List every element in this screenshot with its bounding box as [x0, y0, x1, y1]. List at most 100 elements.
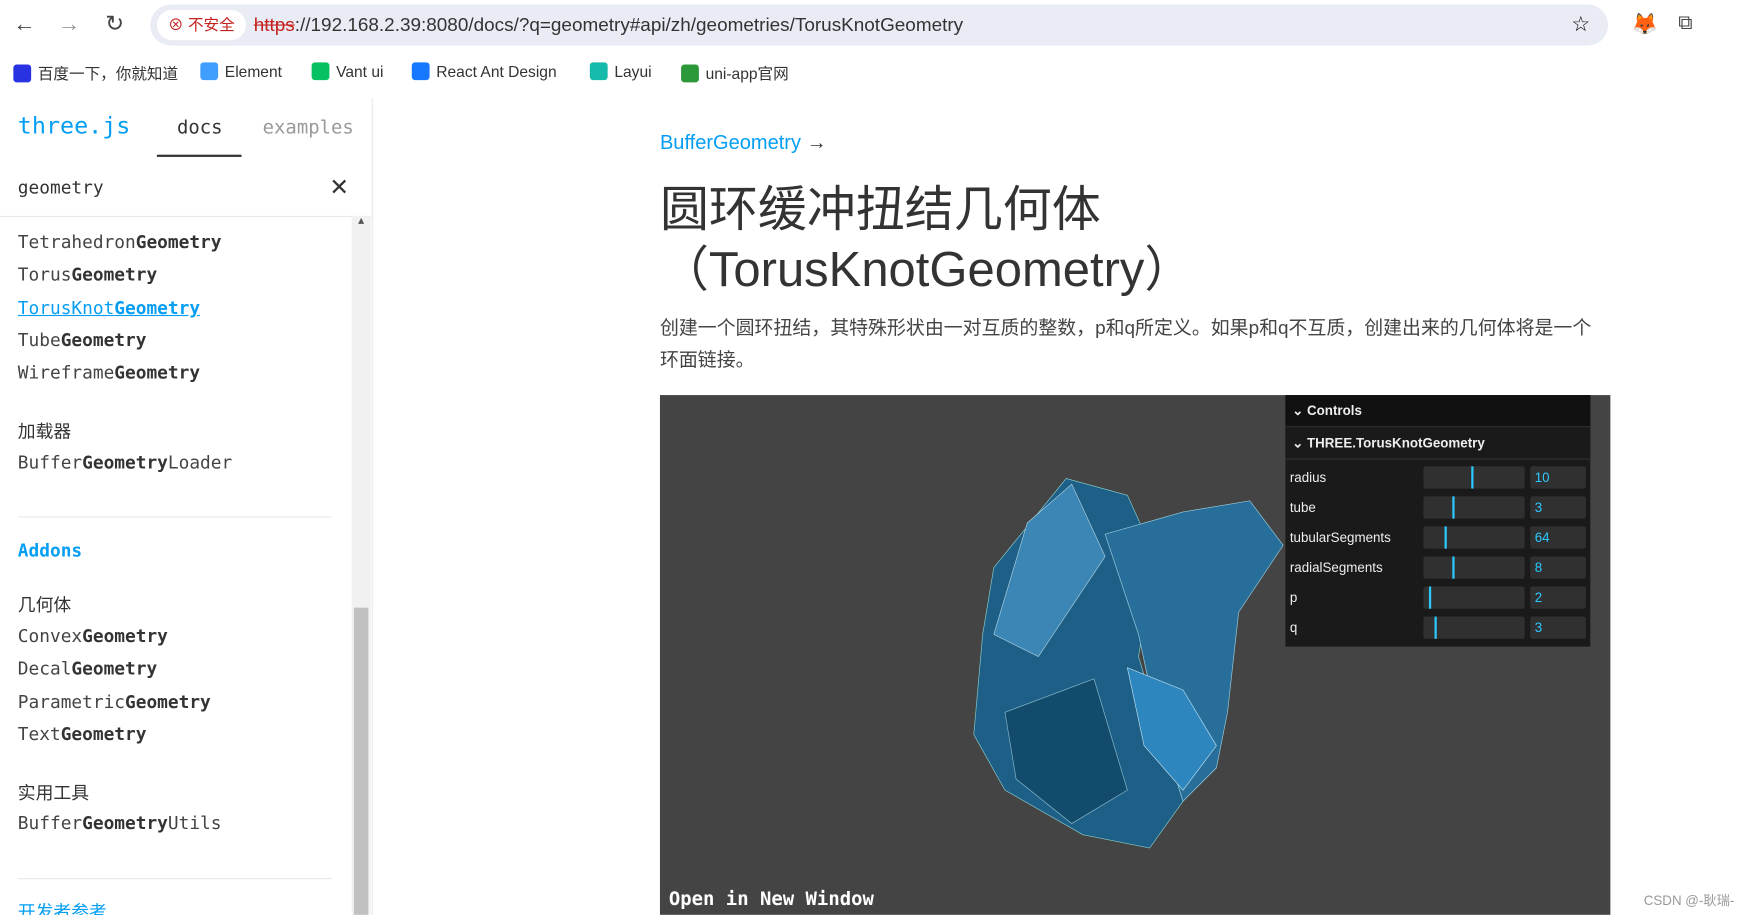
param-slider[interactable] [1423, 556, 1525, 579]
metamask-icon[interactable]: 🦊 [1632, 11, 1658, 38]
param-label: tube [1289, 499, 1316, 515]
bookmark[interactable]: React Ant Design [411, 62, 557, 81]
bookmark-label: Vant ui [336, 62, 384, 81]
scroll-up-icon[interactable]: ▲ [352, 216, 371, 227]
scroll-thumb[interactable] [353, 607, 369, 915]
slider-handle[interactable] [1444, 526, 1447, 549]
param-slider[interactable] [1423, 616, 1525, 639]
list-item[interactable]: BufferGeometryUtils [18, 812, 222, 833]
forward-button[interactable]: → [56, 11, 83, 38]
item-pre: Buffer [17, 812, 83, 834]
list-item[interactable]: ParametricGeometry [18, 691, 211, 712]
search-box[interactable]: geometry ✕ [0, 158, 372, 218]
torus-knot-render [973, 478, 1284, 849]
item-bold: Geometry [60, 723, 147, 745]
controls-header[interactable]: ⌄ Controls [1285, 395, 1591, 428]
slider-handle[interactable] [1452, 496, 1455, 519]
close-icon[interactable]: ✕ [331, 169, 348, 202]
security-badge[interactable]: ⊗ 不安全 [156, 10, 246, 41]
param-slider[interactable] [1423, 526, 1525, 549]
warning-icon: ⊗ [168, 15, 188, 34]
sidebar-scrollbar[interactable]: ▲ [351, 215, 371, 915]
breadcrumb[interactable]: BufferGeometry → [660, 131, 827, 154]
list-item[interactable]: DecalGeometry [18, 658, 157, 679]
param-slider[interactable] [1423, 466, 1525, 489]
tab-docs[interactable]: docs [177, 117, 223, 139]
list-item[interactable]: TubeGeometry [18, 329, 147, 350]
folder-header[interactable]: ⌄ THREE.TorusKnotGeometry [1285, 427, 1591, 460]
item-pre: Torus [17, 264, 72, 286]
item-bold: Geometry [82, 812, 168, 834]
developer-reference-link[interactable]: 开发者参考 [18, 897, 107, 915]
star-icon[interactable]: ☆ [1571, 12, 1590, 38]
param-slider[interactable] [1423, 496, 1525, 519]
item-pre: Tube [17, 329, 61, 351]
search-input[interactable]: geometry [18, 177, 104, 198]
item-pre: Text [17, 723, 61, 745]
bookmark-icon [200, 62, 219, 81]
item-post: Utils [167, 812, 222, 834]
back-button[interactable]: ← [11, 11, 38, 38]
bookmark[interactable]: 百度一下，你就知道 [13, 62, 178, 84]
param-value-input[interactable]: 64 [1530, 526, 1586, 549]
addons-heading[interactable]: Addons [18, 540, 82, 561]
category-geometries: 几何体 [17, 594, 72, 616]
item-bold: Geometry [60, 329, 147, 351]
sidebar: three.js docs examples geometry ✕ Tetrah… [0, 97, 373, 915]
title-cn: 圆环缓冲扭结几何体 [659, 182, 1101, 238]
item-bold: Geometry [71, 658, 158, 680]
parent-link[interactable]: BufferGeometry [660, 131, 801, 153]
slider-handle[interactable] [1429, 586, 1432, 609]
slider-handle[interactable] [1452, 556, 1455, 579]
folder-title: THREE.TorusKnotGeometry [1306, 435, 1485, 451]
param-row-tube: tube 3 [1285, 492, 1590, 522]
controls-panel: ⌄ Controls ⌄ THREE.TorusKnotGeometry rad… [1285, 395, 1591, 647]
bookmark[interactable]: Element [200, 62, 282, 81]
url-path: ://192.168.2.39:8080/docs/?q=geometry#ap… [294, 14, 964, 36]
slider-handle[interactable] [1470, 466, 1474, 489]
list-item[interactable]: TorusKnotGeometry [18, 297, 200, 318]
controls-title: Controls [1306, 402, 1362, 419]
demo-viewport[interactable]: ⌄ Controls ⌄ THREE.TorusKnotGeometry rad… [659, 395, 1611, 915]
description: 创建一个圆环扭结，其特殊形状由一对互质的整数，p和q所定义。如果p和q不互质，创… [659, 317, 1592, 371]
open-new-window-link[interactable]: Open in New Window [669, 888, 874, 910]
address-bar[interactable]: ⊗ 不安全 https://192.168.2.39:8080/docs/?q=… [150, 4, 1609, 46]
list-item[interactable]: BufferGeometryLoader [18, 452, 232, 473]
logo[interactable]: three.js [18, 112, 131, 139]
param-value-input[interactable]: 3 [1530, 616, 1586, 639]
slider-handle[interactable] [1434, 616, 1437, 639]
bookmark[interactable]: Vant ui [311, 62, 384, 81]
item-pre: Decal [17, 658, 72, 680]
list-item[interactable]: WireframeGeometry [18, 362, 200, 383]
param-slider[interactable] [1423, 586, 1525, 609]
bookmark[interactable]: uni-app官网 [681, 62, 789, 84]
item-bold: Geometry [125, 690, 211, 712]
param-value-input[interactable]: 2 [1530, 586, 1586, 609]
item-bold: Geometry [71, 264, 158, 286]
extensions-icon[interactable]: ⧉ [1678, 11, 1692, 34]
param-value-input[interactable]: 3 [1530, 496, 1586, 519]
reload-button[interactable]: ↻ [101, 11, 128, 38]
item-pre: Convex [17, 625, 83, 647]
list-item[interactable]: TetrahedronGeometry [18, 231, 222, 252]
param-value-input[interactable]: 8 [1530, 556, 1586, 579]
browser-chrome: ← → ↻ ⊗ 不安全 https://192.168.2.39:8080/do… [0, 0, 1745, 98]
tab-examples[interactable]: examples [263, 117, 354, 139]
arrow-icon: → [806, 131, 827, 154]
bookmark-icon [589, 62, 608, 81]
item-bold: Geometry [114, 361, 201, 384]
url-text[interactable]: https://192.168.2.39:8080/docs/?q=geomet… [254, 4, 963, 45]
category-utils: 实用工具 [17, 782, 90, 804]
list-item[interactable]: TorusGeometry [18, 264, 157, 285]
bookmark[interactable]: Layui [589, 62, 652, 81]
bookmark-icon [13, 64, 32, 83]
param-label: q [1289, 619, 1298, 635]
title-en: （TorusKnotGeometry） [659, 242, 1194, 298]
param-row-radius: radius 10 [1285, 462, 1590, 492]
list-item[interactable]: TextGeometry [18, 723, 147, 744]
list-item[interactable]: ConvexGeometry [18, 625, 168, 646]
item-bold: Geometry [82, 625, 168, 647]
param-value-input[interactable]: 10 [1530, 466, 1586, 489]
bookmark-label: 百度一下，你就知道 [37, 64, 179, 83]
param-label: radius [1289, 469, 1327, 485]
